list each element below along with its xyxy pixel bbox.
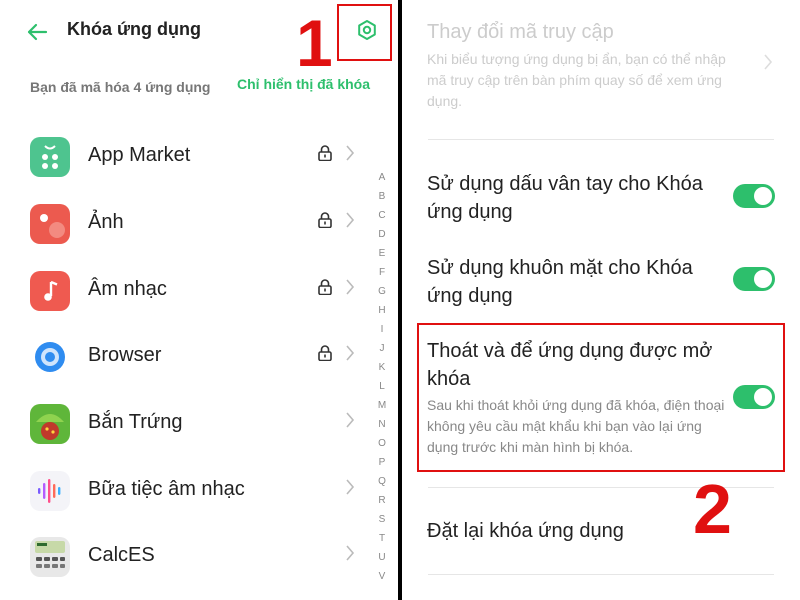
calculator-icon [30, 537, 70, 577]
app-row[interactable]: Browser [0, 327, 370, 393]
alphabet-index-letter[interactable]: M [372, 396, 392, 415]
photos-icon [30, 204, 70, 244]
alphabet-index-letter[interactable]: P [372, 453, 392, 472]
back-button[interactable] [24, 19, 50, 45]
alphabet-index-letter[interactable]: K [372, 358, 392, 377]
alphabet-index-letter[interactable]: R [372, 491, 392, 510]
alphabet-index-letter[interactable]: U [372, 548, 392, 567]
chevron-right-icon [346, 412, 355, 428]
egg-shooter-icon [30, 404, 70, 444]
alphabet-index-letter[interactable]: I [372, 320, 392, 339]
music-icon [30, 271, 70, 311]
chevron-right-icon [764, 54, 773, 70]
alphabet-index-letter[interactable]: V [372, 567, 392, 586]
chevron-right-icon [346, 479, 355, 495]
alphabet-index-letter[interactable]: D [372, 225, 392, 244]
app-name: Âm nhạc [88, 278, 167, 300]
app-row[interactable]: CalcES [0, 527, 370, 593]
fingerprint-toggle[interactable] [733, 184, 775, 208]
chevron-right-icon [346, 545, 355, 561]
alphabet-index-letter[interactable]: T [372, 529, 392, 548]
alphabet-index-letter[interactable]: Q [372, 472, 392, 491]
alphabet-index-letter[interactable]: E [372, 244, 392, 263]
page-title: Khóa ứng dụng [67, 19, 202, 39]
header: Khóa ứng dụng 1 [0, 0, 398, 76]
alphabet-index-letter[interactable]: S [372, 510, 392, 529]
app-name: Browser [88, 344, 162, 366]
app-row[interactable]: Bắn Trứng [0, 394, 370, 460]
show-locked-only-link[interactable]: Chỉ hiển thị đã khóa [237, 76, 370, 92]
app-name: CalcES [88, 544, 155, 566]
app-row[interactable]: Âm nhạc [0, 261, 370, 327]
alphabet-index-letter[interactable]: H [372, 301, 392, 320]
lock-icon [318, 145, 332, 161]
lock-icon [318, 212, 332, 228]
face-toggle[interactable] [733, 267, 775, 291]
alphabet-index-letter[interactable]: B [372, 187, 392, 206]
chevron-right-icon [346, 212, 355, 228]
face-setting-title: Sử dụng khuôn mặt cho Khóa ứng dụng [427, 257, 693, 307]
annotation-number-1: 1 [296, 6, 333, 80]
back-arrow-icon [27, 23, 48, 41]
alphabet-index-bar[interactable]: ABCDEFGHIJKLMNOPQRSTUV [372, 168, 392, 586]
annotation-highlight-box-2 [417, 323, 785, 472]
chevron-right-icon [346, 345, 355, 361]
app-lock-settings-screen: Thay đổi mã truy cập Khi biểu tượng ứng … [402, 0, 800, 600]
divider [428, 139, 774, 140]
alphabet-index-letter[interactable]: F [372, 263, 392, 282]
music-party-icon [30, 471, 70, 511]
alphabet-index-letter[interactable]: J [372, 339, 392, 358]
lock-icon [318, 345, 332, 361]
alphabet-index-letter[interactable]: O [372, 434, 392, 453]
lock-icon [318, 279, 332, 295]
fingerprint-setting-title: Sử dụng dấu vân tay cho Khóa ứng dụng [427, 173, 703, 223]
alphabet-index-letter[interactable]: A [372, 168, 392, 187]
alphabet-index-letter[interactable]: C [372, 206, 392, 225]
alphabet-index-letter[interactable]: G [372, 282, 392, 301]
chevron-right-icon [346, 279, 355, 295]
browser-icon [30, 337, 70, 377]
annotation-number-2: 2 [693, 470, 732, 548]
app-row[interactable]: Ảnh [0, 194, 370, 260]
divider [428, 574, 774, 575]
app-name: Ảnh [88, 211, 124, 233]
app-row[interactable]: Bữa tiệc âm nhạc [0, 461, 370, 527]
locked-count-text: Bạn đã mã hóa 4 ứng dụng [30, 79, 211, 95]
app-market-icon [30, 137, 70, 177]
app-name: App Market [88, 144, 191, 166]
reset-app-lock-title: Đặt lại khóa ứng dụng [427, 520, 624, 542]
app-lock-list-screen: Khóa ứng dụng 1 Bạn đã mã hóa 4 ứng dụng… [0, 0, 398, 600]
annotation-highlight-box-1 [337, 4, 392, 61]
alphabet-index-letter[interactable]: N [372, 415, 392, 434]
chevron-right-icon [346, 145, 355, 161]
app-name: Bắn Trứng [88, 411, 183, 433]
app-row[interactable]: App Market [0, 127, 370, 193]
change-access-code-desc: Khi biểu tượng ứng dụng bị ẩn, bạn có th… [427, 51, 726, 109]
change-access-code-title: Thay đổi mã truy cập [427, 21, 614, 43]
alphabet-index-letter[interactable]: L [372, 377, 392, 396]
app-name: Bữa tiệc âm nhạc [88, 478, 245, 500]
